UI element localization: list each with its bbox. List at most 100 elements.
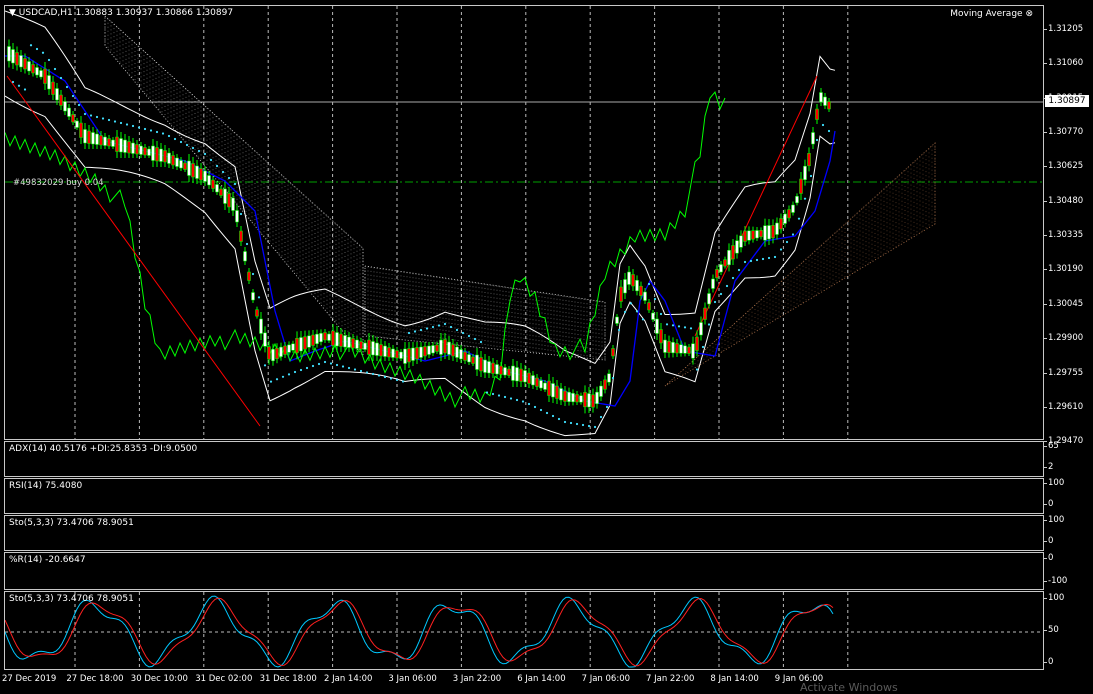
parabolic-sar-dot xyxy=(167,134,171,138)
parabolic-sar-dot xyxy=(239,212,243,216)
parabolic-sar-dot xyxy=(119,121,123,125)
stochastic-pane-2[interactable]: Sto(5,3,3) 73.4706 78.9051 xyxy=(4,591,1044,670)
watermark-text: Activate Windows xyxy=(800,681,898,694)
candle-body xyxy=(415,347,419,360)
time-label: 7 Jan 06:00 xyxy=(581,674,631,684)
candle-body xyxy=(207,175,211,186)
time-label: 31 Dec 02:00 xyxy=(195,674,253,684)
parabolic-sar-dot xyxy=(359,369,363,373)
parabolic-sar-dot xyxy=(65,85,69,89)
candle-body xyxy=(447,341,451,355)
candle-body xyxy=(755,230,759,239)
parabolic-sar-dot xyxy=(131,124,135,128)
candle-body xyxy=(35,67,39,76)
stoch2-tick-high: 100 xyxy=(1043,593,1065,603)
parabolic-sar-dot xyxy=(755,258,759,262)
stochastic-axis-1: 100 0 xyxy=(1043,515,1093,551)
candle-body xyxy=(523,370,527,383)
candle-body xyxy=(351,338,355,349)
candle-body xyxy=(639,285,643,296)
rsi-pane[interactable]: RSI(14) 75.4080 xyxy=(4,478,1044,514)
candle-body xyxy=(647,302,651,311)
candle-body xyxy=(619,286,623,302)
candle-body xyxy=(591,394,595,408)
candle-body xyxy=(731,245,735,260)
parabolic-sar-dot xyxy=(581,423,585,427)
candle-body xyxy=(363,342,367,350)
candle-body xyxy=(175,157,179,167)
indicator-title-text: Moving Average xyxy=(950,9,1023,19)
current-price-box: 1.30897 xyxy=(1045,95,1089,107)
candle-body xyxy=(779,218,783,230)
parabolic-sar-dot xyxy=(233,182,237,186)
collapse-arrow-icon[interactable]: ▼ xyxy=(9,8,16,18)
parabolic-sar-dot xyxy=(425,327,429,330)
candle-body xyxy=(359,341,363,350)
parabolic-sar-dot xyxy=(305,366,309,370)
candle-body xyxy=(407,348,411,363)
candle-body xyxy=(27,61,31,72)
parabolic-sar-dot xyxy=(557,417,561,421)
parabolic-sar-dot xyxy=(293,370,297,374)
parabolic-sar-dot xyxy=(521,400,525,403)
parabolic-sar-dot xyxy=(641,318,645,321)
parabolic-sar-dot xyxy=(383,375,387,379)
parabolic-sar-dot xyxy=(545,411,549,415)
parabolic-sar-dot xyxy=(413,330,417,333)
parabolic-sar-dot xyxy=(611,376,615,380)
parabolic-sar-dot xyxy=(473,337,477,341)
stochastic-pane-1[interactable]: Sto(5,3,3) 73.4706 78.9051 xyxy=(4,515,1044,551)
candle-body xyxy=(23,58,27,70)
parabolic-sar-dot xyxy=(419,328,423,332)
candle-body xyxy=(791,204,795,213)
candle-body xyxy=(295,338,299,354)
close-indicator-icon[interactable]: ⊗ xyxy=(1025,9,1033,19)
parabolic-sar-dot xyxy=(407,331,411,335)
candle-body xyxy=(335,332,339,347)
candle-body xyxy=(355,339,359,349)
candle-body xyxy=(239,230,243,242)
candle-body xyxy=(559,388,563,401)
adx-pane[interactable]: ADX(14) 40.5176 +DI:25.8353 -DI:9.0500 xyxy=(4,441,1044,477)
candle-body xyxy=(543,382,547,390)
candle-body xyxy=(499,365,503,375)
candle-body xyxy=(131,142,135,154)
parabolic-sar-dot xyxy=(503,395,507,399)
candle-body xyxy=(547,380,551,396)
parabolic-sar-dot xyxy=(653,297,657,301)
candle-body xyxy=(395,350,399,359)
parabolic-sar-dot xyxy=(749,259,753,263)
price-tick: 1.29900 xyxy=(1043,333,1084,344)
candle-body xyxy=(51,81,55,95)
candle-body xyxy=(235,210,239,223)
candle-body xyxy=(327,333,331,341)
candle-body xyxy=(815,108,819,120)
candle-body xyxy=(179,160,183,169)
candle-body xyxy=(787,209,791,219)
candle-body xyxy=(291,343,295,351)
williams-r-label: %R(14) -20.6647 xyxy=(9,555,86,565)
order-label[interactable]: #49832029 buy 0.04 xyxy=(13,178,104,188)
parabolic-sar-dot xyxy=(443,322,447,326)
candle-body xyxy=(103,136,107,146)
stochastic-label-1: Sto(5,3,3) 73.4706 78.9051 xyxy=(9,518,134,528)
candle-body xyxy=(95,133,99,145)
candle-body xyxy=(583,392,587,408)
parabolic-sar-dot xyxy=(533,405,537,409)
candle-body xyxy=(43,68,47,84)
candle-body xyxy=(39,70,43,78)
price-tick: 1.29755 xyxy=(1043,367,1084,378)
candle-body xyxy=(135,144,139,155)
parabolic-sar-dot xyxy=(53,67,57,71)
candle-body xyxy=(367,339,371,355)
williams-r-pane[interactable]: %R(14) -20.6647 xyxy=(4,552,1044,590)
candle-body xyxy=(455,346,459,358)
candle-body xyxy=(427,345,431,355)
parabolic-sar-dot xyxy=(779,248,783,251)
candle-body xyxy=(279,346,283,357)
parabolic-sar-dot xyxy=(47,58,51,62)
candle-body xyxy=(215,184,219,193)
parabolic-sar-dot xyxy=(191,146,195,150)
candle-body xyxy=(439,339,443,355)
main-price-chart[interactable]: ▼ USDCAD,H1 1.30883 1.30937 1.30866 1.30… xyxy=(4,5,1044,440)
